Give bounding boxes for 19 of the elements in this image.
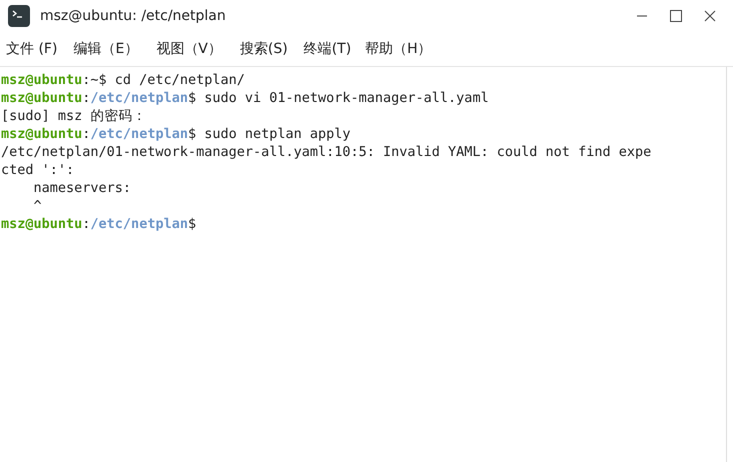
maximize-icon [670, 10, 682, 22]
terminal-line: /etc/netplan/01-network-manager-all.yaml:10:5: Invalid YAML: could not find expe [1, 143, 652, 161]
terminal-icon [8, 5, 30, 27]
menu-item[interactable]: 终端(T) [304, 40, 352, 58]
close-icon [704, 10, 716, 22]
terminal-line: ^ [32, 197, 42, 215]
menu-item[interactable]: 搜索(S) [240, 40, 288, 58]
terminal-line: msz@ubuntu:/etc/netplan$ [1, 215, 196, 233]
terminal-line: msz@ubuntu:~$ cd /etc/netplan/ [1, 71, 245, 89]
menu-item[interactable]: 文件 (F) [6, 40, 58, 58]
terminal-line: msz@ubuntu:/etc/netplan$ sudo vi 01-network-manager-all.yaml [1, 89, 489, 107]
menu-item[interactable]: 帮助（H） [365, 40, 432, 58]
terminal-line: cted ':': [1, 161, 74, 179]
terminal-line: [sudo] msz 的密码： [1, 107, 146, 125]
terminal-line: msz@ubuntu:/etc/netplan$ sudo netplan apply [1, 125, 351, 143]
window-title: msz@ubuntu: /etc/netplan [40, 8, 227, 24]
menu-item[interactable]: 视图（V） [156, 40, 222, 58]
terminal-line: nameservers: [32, 179, 132, 197]
menu-item[interactable]: 编辑（E） [73, 40, 138, 58]
